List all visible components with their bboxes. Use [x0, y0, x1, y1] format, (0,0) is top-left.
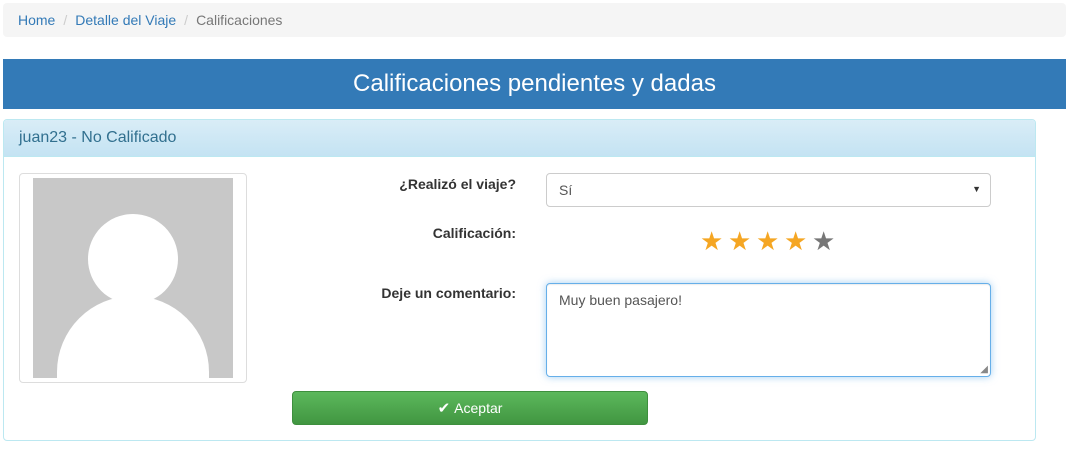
star-icon[interactable]: ★ [812, 226, 840, 257]
breadcrumb-current: Calificaciones [196, 12, 283, 28]
breadcrumb-separator: / [184, 12, 189, 28]
star-rating[interactable]: ★ ★ ★ ★ ★ [700, 226, 840, 257]
accept-button-label: Aceptar [454, 400, 503, 416]
star-icon[interactable]: ★ [728, 226, 756, 257]
avatar [33, 178, 233, 378]
resize-grip-icon[interactable]: ◢ [980, 364, 988, 375]
trip-done-label: ¿Realizó el viaje? [399, 176, 516, 192]
star-icon[interactable]: ★ [756, 226, 784, 257]
comment-text: Muy buen pasajero! [559, 292, 682, 308]
panel-heading: juan23 - No Calificado [4, 120, 1035, 157]
page-title: Calificaciones pendientes y dadas [353, 70, 716, 97]
trip-done-value: Sí [559, 182, 573, 198]
comment-label: Deje un comentario: [381, 285, 516, 301]
avatar-thumbnail [19, 173, 247, 383]
panel-title: juan23 - No Calificado [19, 129, 177, 146]
breadcrumb: Home / Detalle del Viaje / Calificaciones [3, 3, 1066, 37]
page-title-banner: Calificaciones pendientes y dadas [3, 59, 1066, 109]
star-icon[interactable]: ★ [700, 226, 728, 257]
breadcrumb-separator: / [63, 12, 68, 28]
comment-textarea[interactable]: Muy buen pasajero! ◢ [546, 283, 991, 377]
breadcrumb-trip-detail[interactable]: Detalle del Viaje [75, 12, 176, 28]
accept-button[interactable]: ✔ Aceptar [292, 391, 648, 425]
caret-down-icon: ▼ [972, 184, 981, 194]
rating-label: Calificación: [432, 225, 516, 241]
rating-panel: juan23 - No Calificado ¿Realizó el viaje… [3, 119, 1036, 441]
check-icon: ✔ [437, 400, 451, 417]
star-icon[interactable]: ★ [784, 226, 812, 257]
trip-done-select[interactable]: Sí ▼ [546, 173, 991, 207]
breadcrumb-home[interactable]: Home [18, 12, 55, 28]
